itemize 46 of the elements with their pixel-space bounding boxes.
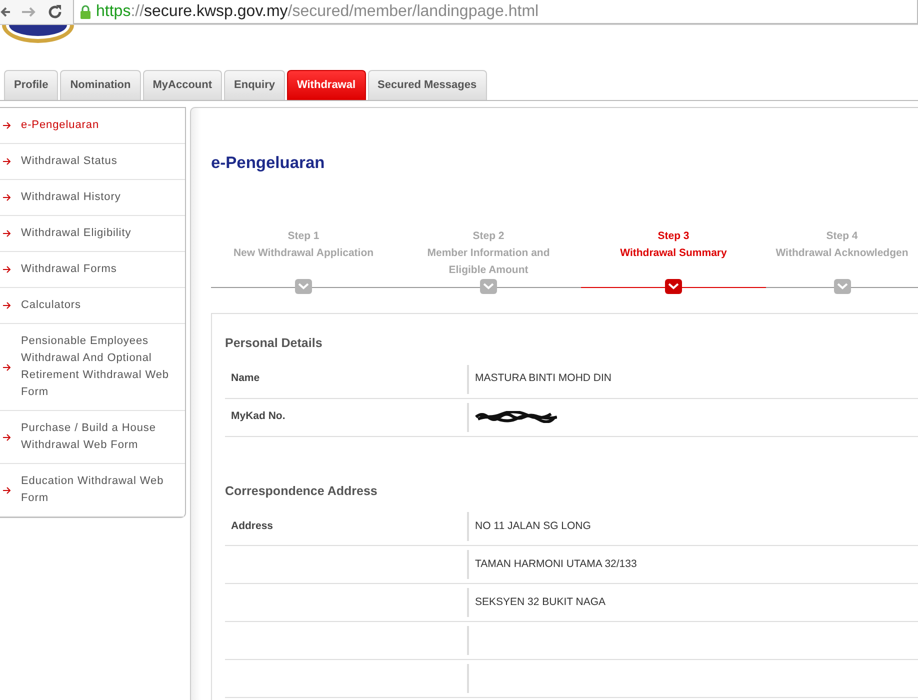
sidebar-item[interactable]: Withdrawal Eligibility	[0, 216, 185, 252]
sidebar-item[interactable]: Withdrawal Forms	[0, 252, 185, 288]
sidebar-item[interactable]: Withdrawal History	[0, 180, 185, 216]
tab[interactable]: Secured Messages	[368, 70, 487, 100]
arrow-icon	[3, 434, 11, 440]
step-number: Step 1	[286, 228, 320, 244]
sidebar-item[interactable]: Education Withdrawal Web Form	[0, 464, 185, 517]
tab[interactable]: Withdrawal	[286, 70, 366, 100]
address-bar[interactable]: https://secure.kwsp.gov.my/secured/member/landingpage.html	[73, 0, 918, 24]
field-label: Address	[231, 520, 274, 532]
reload-icon[interactable]	[47, 4, 63, 20]
step-label: Withdrawal Summary	[619, 246, 728, 261]
field-value: SEKSYEN 32 BUKIT NAGA	[475, 594, 606, 610]
sidebar-item[interactable]: Calculators	[0, 288, 185, 324]
field-value: MASTURA BINTI MOHD DIN	[475, 371, 612, 386]
page-title: e-Pengeluaran	[211, 153, 326, 174]
step-number: Step 4	[825, 228, 859, 244]
step-label: Withdrawal Acknowledgen	[774, 246, 910, 261]
arrow-icon	[3, 364, 11, 370]
sidebar-item[interactable]: Purchase / Build a House Withdrawal Web Form	[0, 411, 185, 464]
sidebar-item[interactable]: e-Pengeluaran	[0, 108, 185, 144]
field-label: MyKad No.	[231, 410, 286, 422]
arrow-icon	[3, 486, 11, 494]
sidebar-item[interactable]: Pensionable Employees Withdrawal And Optional Retirement Withdrawal Web Form	[0, 324, 185, 411]
section-heading: Personal Details	[225, 334, 324, 352]
tab[interactable]: Enquiry	[224, 70, 285, 100]
lock-icon	[80, 4, 91, 18]
arrow-icon	[3, 122, 11, 129]
arrow-icon	[3, 302, 11, 309]
back-icon[interactable]	[0, 5, 10, 19]
tab[interactable]: Nomination	[60, 70, 141, 100]
field-value: NO 11 JALAN SG LONG	[475, 518, 591, 534]
tab[interactable]: Profile	[4, 70, 58, 100]
arrow-icon	[3, 230, 11, 237]
arrow-icon	[3, 158, 11, 165]
arrow-icon	[3, 194, 11, 201]
step-number: Step 2	[472, 228, 506, 244]
step-number: Step 3	[656, 228, 690, 244]
field-label: Name	[231, 372, 260, 384]
step-label: Member Information and Eligible Amount	[426, 246, 551, 278]
section-heading: Correspondence Address	[225, 482, 378, 500]
step-label: New Withdrawal Application	[232, 246, 375, 261]
tab[interactable]: MyAccount	[142, 70, 222, 100]
field-value: TAMAN HARMONI UTAMA 32/133	[475, 556, 637, 572]
sidebar-item[interactable]: Withdrawal Status	[0, 144, 185, 180]
arrow-icon	[3, 266, 11, 273]
